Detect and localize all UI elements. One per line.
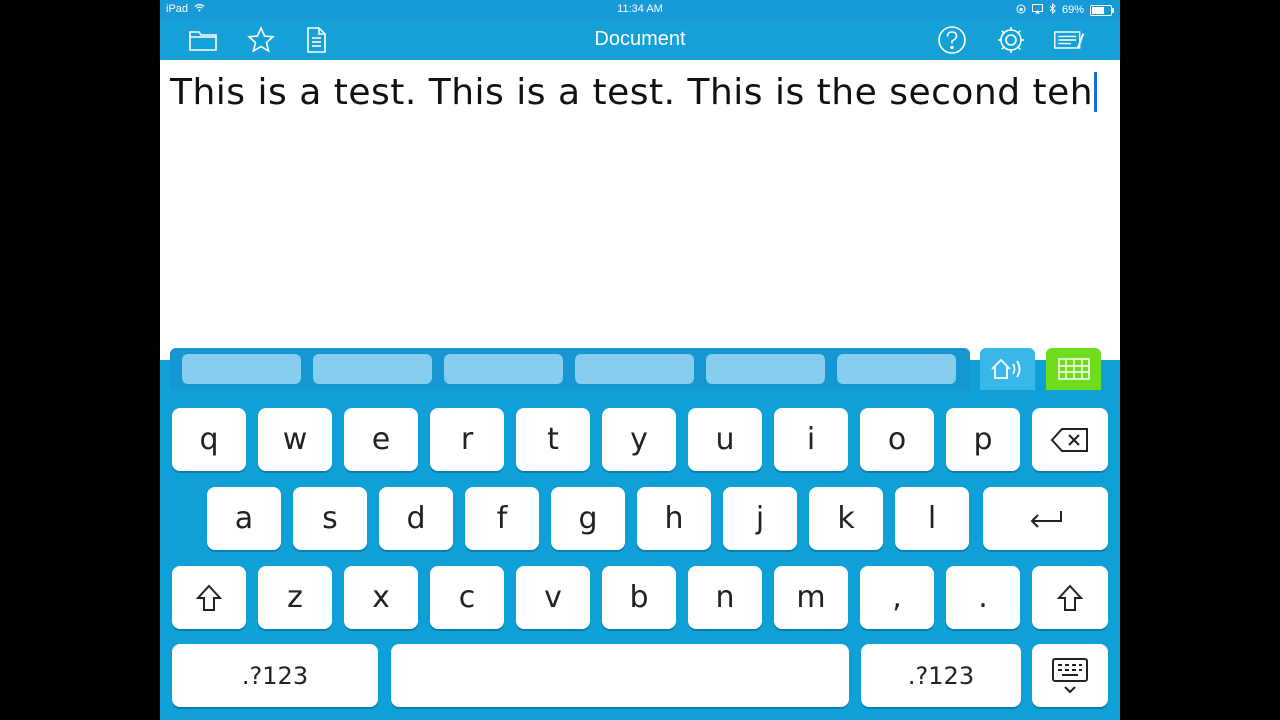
bluetooth-icon [1049, 2, 1056, 17]
key-u[interactable]: u [688, 408, 762, 471]
keyboard-toggle-button[interactable] [1046, 348, 1101, 390]
airplay-icon [1031, 3, 1043, 17]
shift-key-right[interactable] [1032, 566, 1108, 629]
key-d[interactable]: d [379, 487, 453, 550]
speaker-icon [990, 358, 1020, 379]
key-q[interactable]: q [172, 408, 246, 471]
on-screen-keyboard: q w e r t y u i o p a s d f g h j k l z … [160, 390, 1120, 720]
prediction-slot[interactable] [444, 354, 563, 384]
nav-bar: Document [160, 20, 1120, 60]
return-icon [1030, 510, 1062, 528]
key-x[interactable]: x [344, 566, 418, 629]
prediction-slot[interactable] [575, 354, 694, 384]
keyboard-dismiss-icon [1052, 657, 1088, 693]
numbers-key-right[interactable]: .?123 [861, 644, 1021, 707]
key-g[interactable]: g [551, 487, 625, 550]
key-k[interactable]: k [809, 487, 883, 550]
ipad-screen: iPad 11:34 AM 69% Document This is a tes… [160, 0, 1120, 720]
space-key[interactable] [391, 644, 849, 707]
key-b[interactable]: b [602, 566, 676, 629]
return-key[interactable] [983, 487, 1108, 550]
key-i[interactable]: i [774, 408, 848, 471]
document-area[interactable]: This is a test. This is a test. This is … [160, 60, 1120, 360]
key-m[interactable]: m [774, 566, 848, 629]
key-z[interactable]: z [258, 566, 332, 629]
key-s[interactable]: s [293, 487, 367, 550]
key-t[interactable]: t [516, 408, 590, 471]
key-j[interactable]: j [723, 487, 797, 550]
speak-button[interactable] [980, 348, 1035, 390]
battery-icon [1090, 4, 1114, 16]
key-a[interactable]: a [207, 487, 281, 550]
help-icon[interactable] [936, 25, 968, 55]
prediction-slot[interactable] [837, 354, 956, 384]
key-r[interactable]: r [430, 408, 504, 471]
status-time: 11:34 AM [617, 3, 663, 15]
key-o[interactable]: o [860, 408, 934, 471]
keyboard-edit-icon[interactable] [1053, 25, 1085, 55]
shift-icon [1056, 584, 1084, 611]
document-text-line[interactable]: This is a test. This is a test. This is … [170, 72, 1098, 113]
battery-fill [1092, 6, 1105, 14]
key-w[interactable]: w [258, 408, 332, 471]
numbers-key-left[interactable]: .?123 [172, 644, 378, 707]
text-caret [1094, 72, 1098, 112]
battery-percent: 69% [1061, 4, 1084, 16]
orientation-lock-icon [1016, 4, 1026, 17]
document-text: This is a test. This is a test. This is … [170, 72, 1094, 113]
prediction-slot[interactable] [313, 354, 432, 384]
key-p[interactable]: p [946, 408, 1020, 471]
key-f[interactable]: f [465, 487, 539, 550]
key-comma[interactable]: , [860, 566, 934, 629]
key-period[interactable]: . [946, 566, 1020, 629]
prediction-slot[interactable] [706, 354, 825, 384]
key-h[interactable]: h [637, 487, 711, 550]
key-y[interactable]: y [602, 408, 676, 471]
word-prediction-bar [170, 348, 970, 390]
prediction-slot[interactable] [182, 354, 301, 384]
status-bar: iPad 11:34 AM 69% [160, 0, 1120, 20]
key-e[interactable]: e [344, 408, 418, 471]
backspace-icon [1050, 427, 1088, 452]
page-title: Document [594, 28, 686, 50]
gear-icon[interactable] [995, 25, 1027, 55]
key-l[interactable]: l [895, 487, 969, 550]
keyboard-icon [1057, 358, 1090, 380]
key-n[interactable]: n [688, 566, 762, 629]
key-v[interactable]: v [516, 566, 590, 629]
key-c[interactable]: c [430, 566, 504, 629]
shift-icon [195, 584, 223, 611]
shift-key-left[interactable] [172, 566, 246, 629]
dismiss-keyboard-key[interactable] [1032, 644, 1108, 707]
backspace-key[interactable] [1032, 408, 1108, 471]
